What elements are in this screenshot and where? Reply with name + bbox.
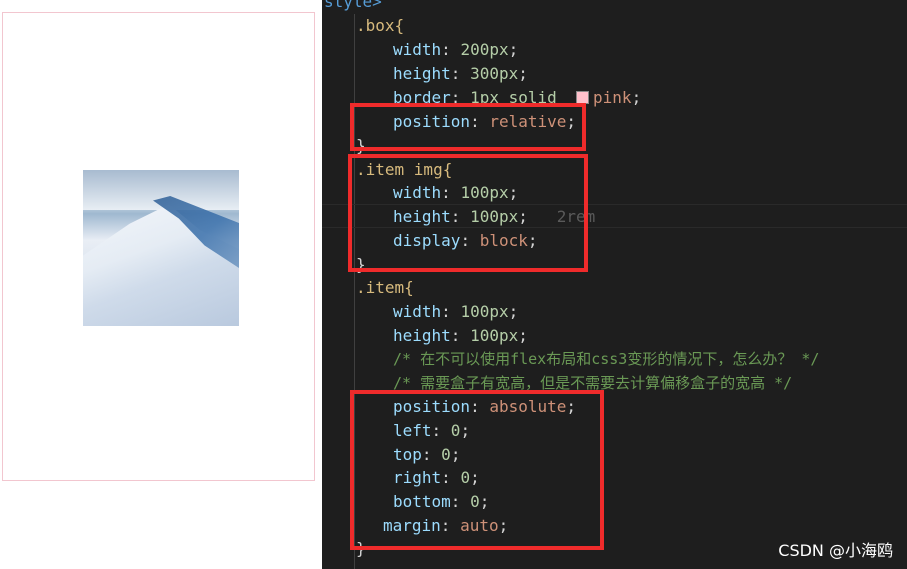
code-line-item-width: width: 100px;: [393, 302, 519, 321]
highlight-box-relative: [350, 103, 586, 151]
watermark: CSDN @小海鸥: [778, 541, 893, 560]
code-line-item-selector: .item{: [356, 278, 414, 297]
highlight-box-item-img: [348, 154, 588, 272]
highlight-box-absolute: [350, 390, 604, 550]
code-line-item-height: height: 100px;: [393, 326, 528, 345]
preview-box: [2, 12, 315, 481]
code-comment-1: /* 在不可以使用flex布局和css3变形的情况下，怎么办？ */: [393, 350, 820, 368]
code-line-style-tag: style>: [324, 0, 382, 11]
code-line-box-selector: .box{: [356, 16, 405, 35]
mountain-image: [83, 170, 239, 326]
code-line-box-height: height: 300px;: [393, 64, 528, 83]
code-line-box-width: width: 200px;: [393, 40, 519, 59]
code-editor[interactable]: style> .box{ width: 200px; height: 300px…: [322, 0, 907, 569]
